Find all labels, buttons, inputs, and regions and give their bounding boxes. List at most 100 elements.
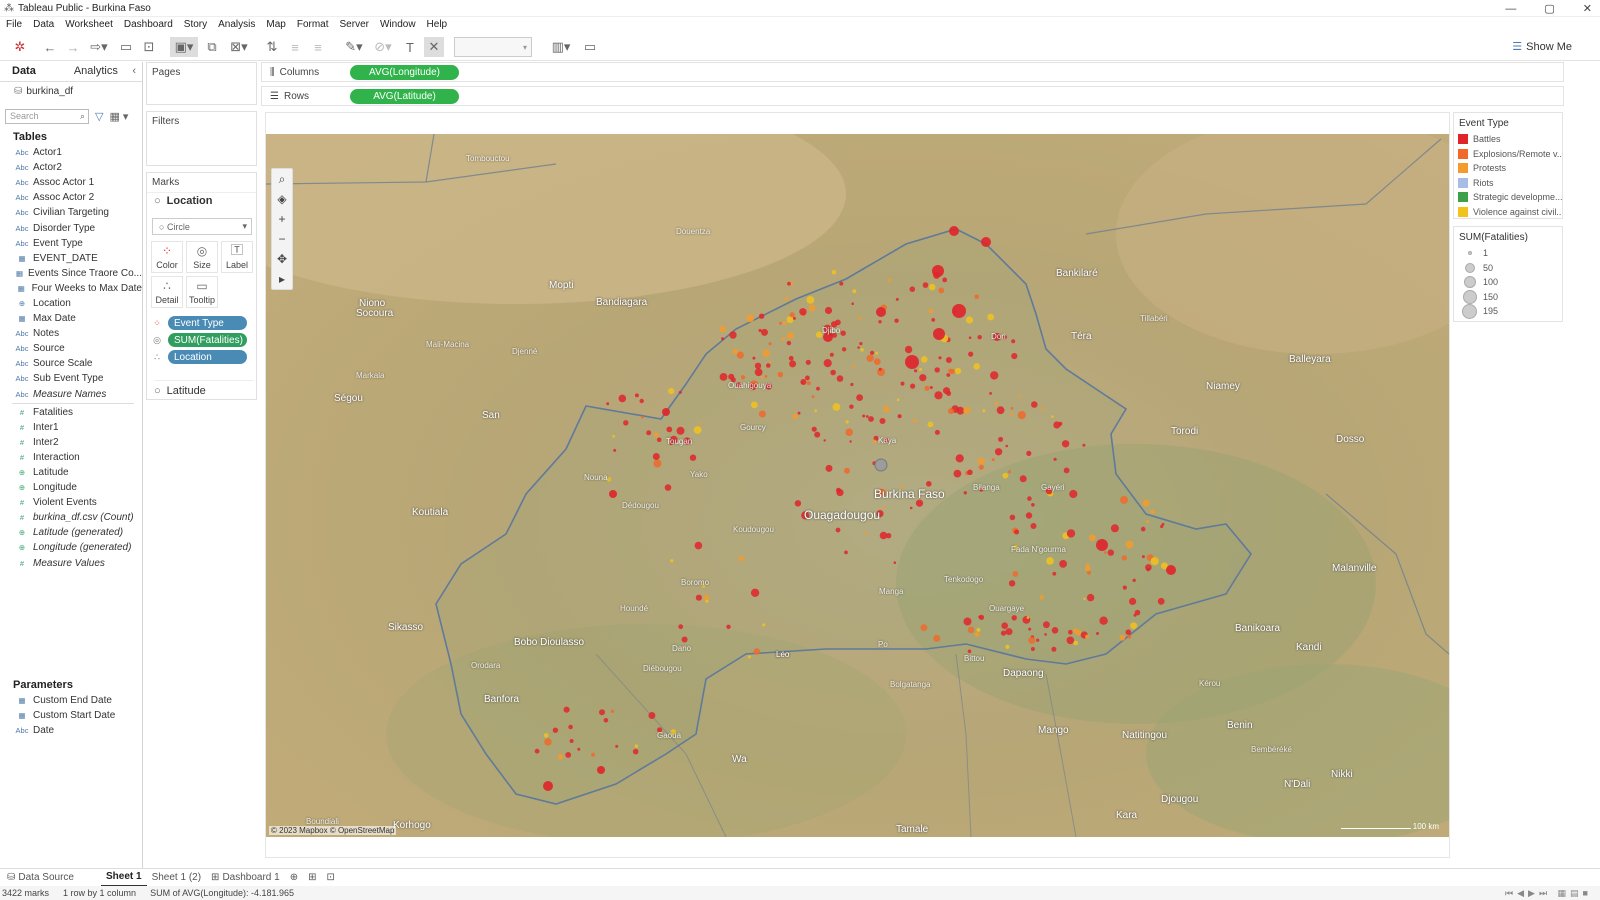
measure-field[interactable]: # Violent Events: [0, 495, 142, 510]
dimension-field[interactable]: Abc Sub Event Type: [0, 371, 142, 386]
save-icon[interactable]: ▭: [116, 37, 136, 57]
map-canvas[interactable]: Burkina Faso Ouagadougou Mopti Bandiagara Ni…: [266, 134, 1449, 837]
legend-item[interactable]: Riots: [1454, 176, 1562, 191]
measure-field[interactable]: # Fatalities: [0, 405, 142, 420]
param-field[interactable]: Abc Date: [0, 723, 142, 738]
measure-field[interactable]: # Inter2: [0, 435, 142, 450]
menu-worksheet[interactable]: Worksheet: [65, 19, 113, 30]
marks-layer-location[interactable]: ○ Location: [154, 195, 213, 207]
map-attribution[interactable]: © 2023 Mapbox © OpenStreetMap: [269, 826, 397, 835]
event-type-legend[interactable]: Event Type Battles Explosions/Remote v...…: [1453, 112, 1563, 219]
map-search-icon[interactable]: ⌕: [272, 169, 292, 189]
label-button[interactable]: 🅃 Label: [221, 241, 253, 273]
dimension-field[interactable]: ⊕ Location: [0, 296, 142, 311]
collapse-pane-icon[interactable]: ‹: [132, 65, 136, 77]
presentation-mode-icon[interactable]: ▭: [580, 37, 600, 57]
filter-fields-icon[interactable]: ▽: [95, 110, 103, 123]
measure-field[interactable]: # Measure Values: [0, 556, 142, 571]
filters-card[interactable]: Filters: [146, 111, 257, 166]
menu-story[interactable]: Story: [184, 19, 207, 30]
legend-item[interactable]: Strategic developme...: [1454, 190, 1562, 205]
fatalities-pill[interactable]: SUM(Fatalities): [168, 333, 247, 347]
tab-data[interactable]: Data: [0, 65, 48, 81]
dimension-field[interactable]: Abc Notes: [0, 326, 142, 341]
expand-toolbar-icon[interactable]: ▸: [272, 269, 292, 289]
rows-shelf[interactable]: ☰ Rows AVG(Latitude): [261, 86, 1564, 106]
sort-ascending-icon[interactable]: ≡: [285, 37, 305, 57]
param-field[interactable]: ▦ Custom Start Date: [0, 708, 142, 723]
color-button[interactable]: ⁘ Color: [151, 241, 183, 273]
marks-layer-latitude[interactable]: ○ Latitude: [154, 380, 254, 397]
measure-field[interactable]: # Inter1: [0, 420, 142, 435]
menu-help[interactable]: Help: [427, 19, 448, 30]
new-story-tab-icon[interactable]: ⊡: [321, 869, 339, 887]
minimize-button[interactable]: —: [1505, 3, 1516, 15]
tab-sheet-1[interactable]: Sheet 1: [100, 868, 147, 887]
mark-type-dropdown[interactable]: ○ Circle ▾: [152, 218, 252, 235]
dimension-field[interactable]: Abc Assoc Actor 2: [0, 190, 142, 205]
tab-sheet-1-2[interactable]: Sheet 1 (2): [147, 869, 206, 887]
measure-field[interactable]: ⊕ Longitude: [0, 480, 142, 495]
dimension-field[interactable]: ▦ Events Since Traore Co...: [0, 266, 142, 281]
map-layers-icon[interactable]: ◈: [272, 189, 292, 209]
pages-card[interactable]: Pages: [146, 62, 257, 105]
new-datasource-icon[interactable]: ⊡: [139, 37, 159, 57]
new-worksheet-icon[interactable]: ▣▾: [170, 37, 198, 57]
location-pill[interactable]: Location: [168, 350, 247, 364]
highlight-icon[interactable]: ✎▾: [340, 37, 368, 57]
view-options-icon[interactable]: ▦ ▾: [109, 110, 128, 123]
menu-server[interactable]: Server: [340, 19, 369, 30]
measure-field[interactable]: ⊕ Latitude (generated): [0, 525, 142, 540]
dimension-field[interactable]: Abc Civilian Targeting: [0, 205, 142, 220]
dimension-field[interactable]: ▦ EVENT_DATE: [0, 251, 142, 266]
menu-analysis[interactable]: Analysis: [218, 19, 255, 30]
menu-map[interactable]: Map: [266, 19, 285, 30]
redo-icon[interactable]: →: [63, 37, 83, 57]
replay-icon[interactable]: ⇨▾: [86, 37, 112, 57]
show-cards-icon[interactable]: ▥▾: [548, 37, 574, 57]
show-mark-labels-icon[interactable]: T: [400, 37, 420, 57]
menu-data[interactable]: Data: [33, 19, 54, 30]
dimension-field[interactable]: Abc Actor1: [0, 145, 142, 160]
measure-field[interactable]: ⊕ Latitude: [0, 465, 142, 480]
dimension-field[interactable]: ▦ Four Weeks to Max Date: [0, 281, 142, 296]
menu-window[interactable]: Window: [380, 19, 416, 30]
dimension-field[interactable]: Abc Event Type: [0, 236, 142, 251]
dimension-field[interactable]: Abc Measure Names: [0, 387, 142, 402]
avg-longitude-pill[interactable]: AVG(Longitude): [350, 64, 459, 80]
tab-analytics[interactable]: Analytics: [62, 65, 130, 81]
datasource-item[interactable]: ⛁ burkina_df: [0, 82, 142, 100]
avg-latitude-pill[interactable]: AVG(Latitude): [350, 88, 459, 104]
dimension-field[interactable]: Abc Disorder Type: [0, 220, 142, 235]
close-button[interactable]: ✕: [1583, 2, 1592, 15]
measure-field[interactable]: ⊕ Longitude (generated): [0, 540, 142, 555]
tab-dashboard-1[interactable]: ⊞ Dashboard 1: [206, 869, 285, 887]
dimension-field[interactable]: Abc Source: [0, 341, 142, 356]
fit-dropdown[interactable]: ▾: [454, 37, 532, 57]
legend-item[interactable]: Explosions/Remote v...: [1454, 147, 1562, 162]
duplicate-sheet-icon[interactable]: ⧉: [202, 37, 222, 57]
field-search-input[interactable]: Search ⌕: [5, 108, 89, 124]
legend-item[interactable]: Battles: [1454, 132, 1562, 147]
new-worksheet-tab-icon[interactable]: ⊕: [285, 869, 303, 887]
size-button[interactable]: ◎ Size: [186, 241, 218, 273]
dimension-field[interactable]: Abc Assoc Actor 1: [0, 175, 142, 190]
dimension-field[interactable]: ▦ Max Date: [0, 311, 142, 326]
measure-field[interactable]: # Interaction: [0, 450, 142, 465]
detail-button[interactable]: ∴ Detail: [151, 276, 183, 308]
zoom-in-icon[interactable]: +: [272, 209, 292, 229]
clear-sheet-icon[interactable]: ⊠▾: [225, 37, 253, 57]
new-dashboard-tab-icon[interactable]: ⊞: [303, 869, 321, 887]
measure-field[interactable]: # burkina_df.csv (Count): [0, 510, 142, 525]
undo-icon[interactable]: ←: [40, 37, 60, 57]
event-type-pill[interactable]: Event Type: [168, 316, 247, 330]
dimension-field[interactable]: Abc Source Scale: [0, 356, 142, 371]
tableau-home-icon[interactable]: ✲: [10, 37, 30, 57]
menu-format[interactable]: Format: [297, 19, 329, 30]
status-nav-icons[interactable]: ⏮◀▶⏭ ▦▤■: [1505, 888, 1592, 899]
param-field[interactable]: ▦ Custom End Date: [0, 693, 142, 708]
pan-tool-icon[interactable]: ✥: [272, 249, 292, 269]
menu-file[interactable]: File: [6, 19, 22, 30]
tab-data-source[interactable]: ⛁ Data Source: [0, 869, 79, 887]
menu-dashboard[interactable]: Dashboard: [124, 19, 173, 30]
